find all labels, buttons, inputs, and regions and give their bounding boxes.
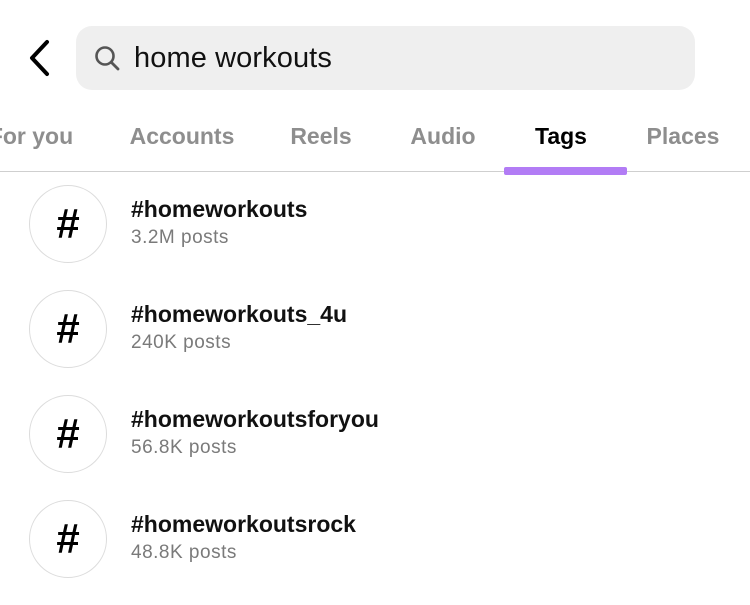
hashtag-icon: # [29, 395, 107, 473]
chevron-left-icon [30, 40, 49, 76]
hashtag-icon: # [29, 500, 107, 578]
tag-name: #homeworkoutsforyou [131, 406, 379, 432]
hashtag-icon: # [29, 290, 107, 368]
tab-reels[interactable]: Reels [281, 100, 361, 172]
tag-name: #homeworkouts [131, 196, 308, 222]
tag-name: #homeworkoutsrock [131, 511, 356, 537]
tag-result-row[interactable]: # #homeworkouts_4u 240K posts [0, 290, 750, 395]
tab-accounts[interactable]: Accounts [122, 100, 242, 172]
tag-post-count: 3.2M posts [131, 227, 229, 248]
hashtag-icon: # [29, 185, 107, 263]
back-button[interactable] [18, 36, 62, 80]
search-input[interactable]: home workouts [134, 42, 332, 75]
tag-result-row[interactable]: # #homeworkoutsforyou 56.8K posts [0, 395, 750, 500]
search-bar[interactable]: home workouts [76, 26, 695, 90]
tag-result-row[interactable]: # #homeworkoutsrock 48.8K posts [0, 500, 750, 605]
tag-result-row[interactable]: # #homeworkouts 3.2M posts [0, 185, 750, 290]
tab-tags[interactable]: Tags [520, 100, 602, 172]
tag-post-count: 56.8K posts [131, 437, 237, 458]
tag-name: #homeworkouts_4u [131, 301, 347, 327]
active-tab-indicator [504, 167, 627, 175]
search-tabs: For you Accounts Reels Audio Tags Places [0, 100, 750, 175]
tag-post-count: 48.8K posts [131, 542, 237, 563]
tab-for-you[interactable]: For you [0, 100, 76, 172]
tab-audio[interactable]: Audio [402, 100, 484, 172]
search-icon [92, 43, 122, 73]
tab-places[interactable]: Places [638, 100, 728, 172]
tag-post-count: 240K posts [131, 332, 232, 353]
